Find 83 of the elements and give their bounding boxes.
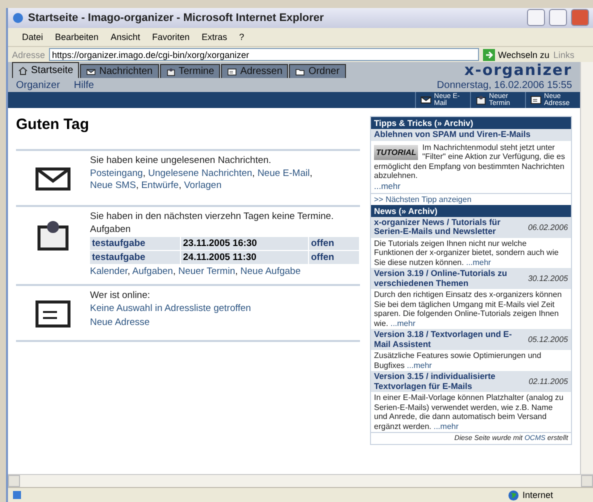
message: Sie haben in den nächsten vierzehn Tagen keine Termine.: [90, 211, 335, 222]
news-date: 06.02.2006: [528, 222, 568, 232]
logo: x-organizer: [464, 63, 572, 78]
envelope-icon: [420, 94, 432, 106]
tip-text: TUTORIAL Im Nachrichtenmodul steht jetzt unter "Filter" eine Aktion zur Verfügung, die es ermöglicht den Empfang von bestimmten Nachrichten abzulehnen.: [374, 142, 566, 181]
link[interactable]: Keine Auswahl in Adressliste getroffen: [90, 303, 251, 314]
task-name[interactable]: testaufgabe: [90, 251, 180, 264]
link[interactable]: Aufgaben: [132, 266, 173, 278]
menu-item[interactable]: Favoriten: [152, 32, 190, 42]
calendar-icon: [166, 66, 176, 77]
task-status[interactable]: offen: [309, 251, 359, 264]
news-title[interactable]: Version 3.19 / Online-Tutorials zu verschiedenen Themen: [374, 269, 524, 288]
page-heading: Guten Tag: [16, 116, 90, 134]
page-icon: [12, 490, 22, 500]
date-time: Donnerstag, 16.02.2006 15:55: [436, 80, 572, 91]
news-text: Zusätzliche Features sowie Optimierungen und Bugfixes ...mehr: [373, 350, 542, 372]
menu-item[interactable]: Bearbeiten: [55, 32, 99, 42]
more-link[interactable]: ...mehr: [434, 422, 459, 431]
news-date: 02.11.2005: [528, 377, 568, 386]
news-text: Durch den richtigen Einsatz des x-organizers können Sie bei dem täglichen Umgang mit E-Mails viel Zeit sparen. Die folgenden Online-Tutorials zeigen Ihnen wie. ...mehr: [373, 289, 563, 330]
maximize-button[interactable]: [549, 9, 567, 26]
envelope-icon: [86, 66, 96, 77]
globe-icon: [508, 490, 520, 501]
arrow-icon: [483, 48, 496, 61]
news-header: News (» Archiv): [371, 204, 572, 217]
house-icon: [18, 66, 28, 76]
browser-icon: [12, 12, 24, 24]
link-list: Posteingang, Ungelesene Nachrichten, Neue E-Mail, Neue SMS, Entwürfe, Vorlagen: [90, 168, 360, 192]
more-link[interactable]: ...mehr: [374, 180, 568, 191]
news-title[interactable]: x-organizer News / Tutorials für Serien-E-Mails und Newsletter: [374, 218, 524, 237]
task-date: 24.11.2005 11:30: [181, 251, 308, 264]
go-button[interactable]: Wechseln zu: [483, 48, 550, 61]
more-link[interactable]: ...mehr: [390, 318, 416, 328]
link[interactable]: Neuer Termin: [178, 266, 236, 278]
link[interactable]: Neue Aufgabe: [240, 266, 301, 278]
task-date: 23.11.2005 16:30: [181, 237, 308, 250]
address-card-icon: [227, 66, 238, 77]
tips-header: Tipps & Tricks (» Archiv): [371, 117, 572, 130]
link[interactable]: Posteingang: [90, 168, 143, 180]
message: Sie haben keine ungelesenen Nachrichten.: [90, 155, 272, 166]
tab[interactable]: Adressen: [221, 64, 288, 78]
nav-link[interactable]: Hilfe: [74, 80, 94, 91]
tab[interactable]: Startseite: [12, 62, 80, 78]
news-date: 05.12.2005: [528, 335, 568, 344]
menu-item[interactable]: Datei: [22, 32, 44, 42]
horizontal-scrollbar[interactable]: [8, 474, 593, 488]
more-link[interactable]: ...mehr: [466, 258, 491, 267]
nav-link[interactable]: Organizer: [16, 80, 60, 91]
vertical-scrollbar[interactable]: [580, 62, 593, 474]
window-title: Startseite - Imago-organizer - Microsoft Internet Explorer: [28, 12, 325, 24]
tab[interactable]: Nachrichten: [80, 64, 159, 78]
news-title[interactable]: Version 3.18 / Textvorlagen und E-Mail Assistent: [374, 330, 524, 350]
tab[interactable]: Ordner: [289, 64, 346, 78]
minimize-button[interactable]: [527, 9, 545, 26]
link[interactable]: Neue Adresse: [90, 317, 150, 328]
link[interactable]: Neue SMS: [90, 180, 136, 192]
task-name[interactable]: testaufgabe: [90, 237, 180, 250]
link[interactable]: Entwürfe: [141, 180, 179, 192]
tab[interactable]: Termine: [160, 64, 220, 78]
zone-label: Internet: [522, 490, 553, 500]
more-link[interactable]: ...mehr: [406, 360, 432, 370]
tutorial-badge: TUTORIAL: [374, 144, 418, 160]
link[interactable]: Neue E-Mail: [257, 168, 310, 180]
link[interactable]: Kalender: [90, 266, 128, 278]
link-list: Kalender, Aufgaben, Neuer Termin, Neue Aufgabe: [90, 266, 360, 278]
link[interactable]: Vorlagen: [184, 180, 222, 192]
link[interactable]: Ungelesene Nachrichten: [148, 168, 252, 180]
tip-title[interactable]: Ablehnen von SPAM und Viren-E-Mails: [374, 130, 568, 140]
news-date: 30.12.2005: [528, 274, 568, 284]
news-text: Die Tutorials zeigen Ihnen nicht nur welche Funktionen der x-organizer bietet, sondern auch wie Sie diese nutzen können. ...mehr: [373, 238, 560, 268]
news-text: In einer E-Mail-Vorlage können Platzhalter (analog zu Serien-E-Mails) verwendet werden, wie z.B. Name und Anrede, die dann automatisch beim Versand ergänzt werden. ...mehr: [373, 392, 564, 432]
task-status[interactable]: offen: [309, 237, 359, 250]
news-title[interactable]: Version 3.15 / individualisierte Textvorlagen für E-Mails: [374, 372, 525, 392]
menu-item[interactable]: Ansicht: [110, 32, 140, 42]
address-card-icon: [530, 94, 542, 106]
calendar-icon: [475, 94, 488, 106]
address-field[interactable]: https://organizer.imago.de/cgi-bin/xorg/xorganizer: [49, 48, 480, 62]
tasks-label: Aufgaben: [90, 224, 132, 236]
address-label: Adresse: [12, 50, 46, 60]
message: Wer ist online:: [90, 290, 152, 302]
menu-item[interactable]: Extras: [202, 32, 228, 42]
menu-item[interactable]: ?: [239, 32, 244, 42]
close-button[interactable]: [571, 9, 589, 26]
